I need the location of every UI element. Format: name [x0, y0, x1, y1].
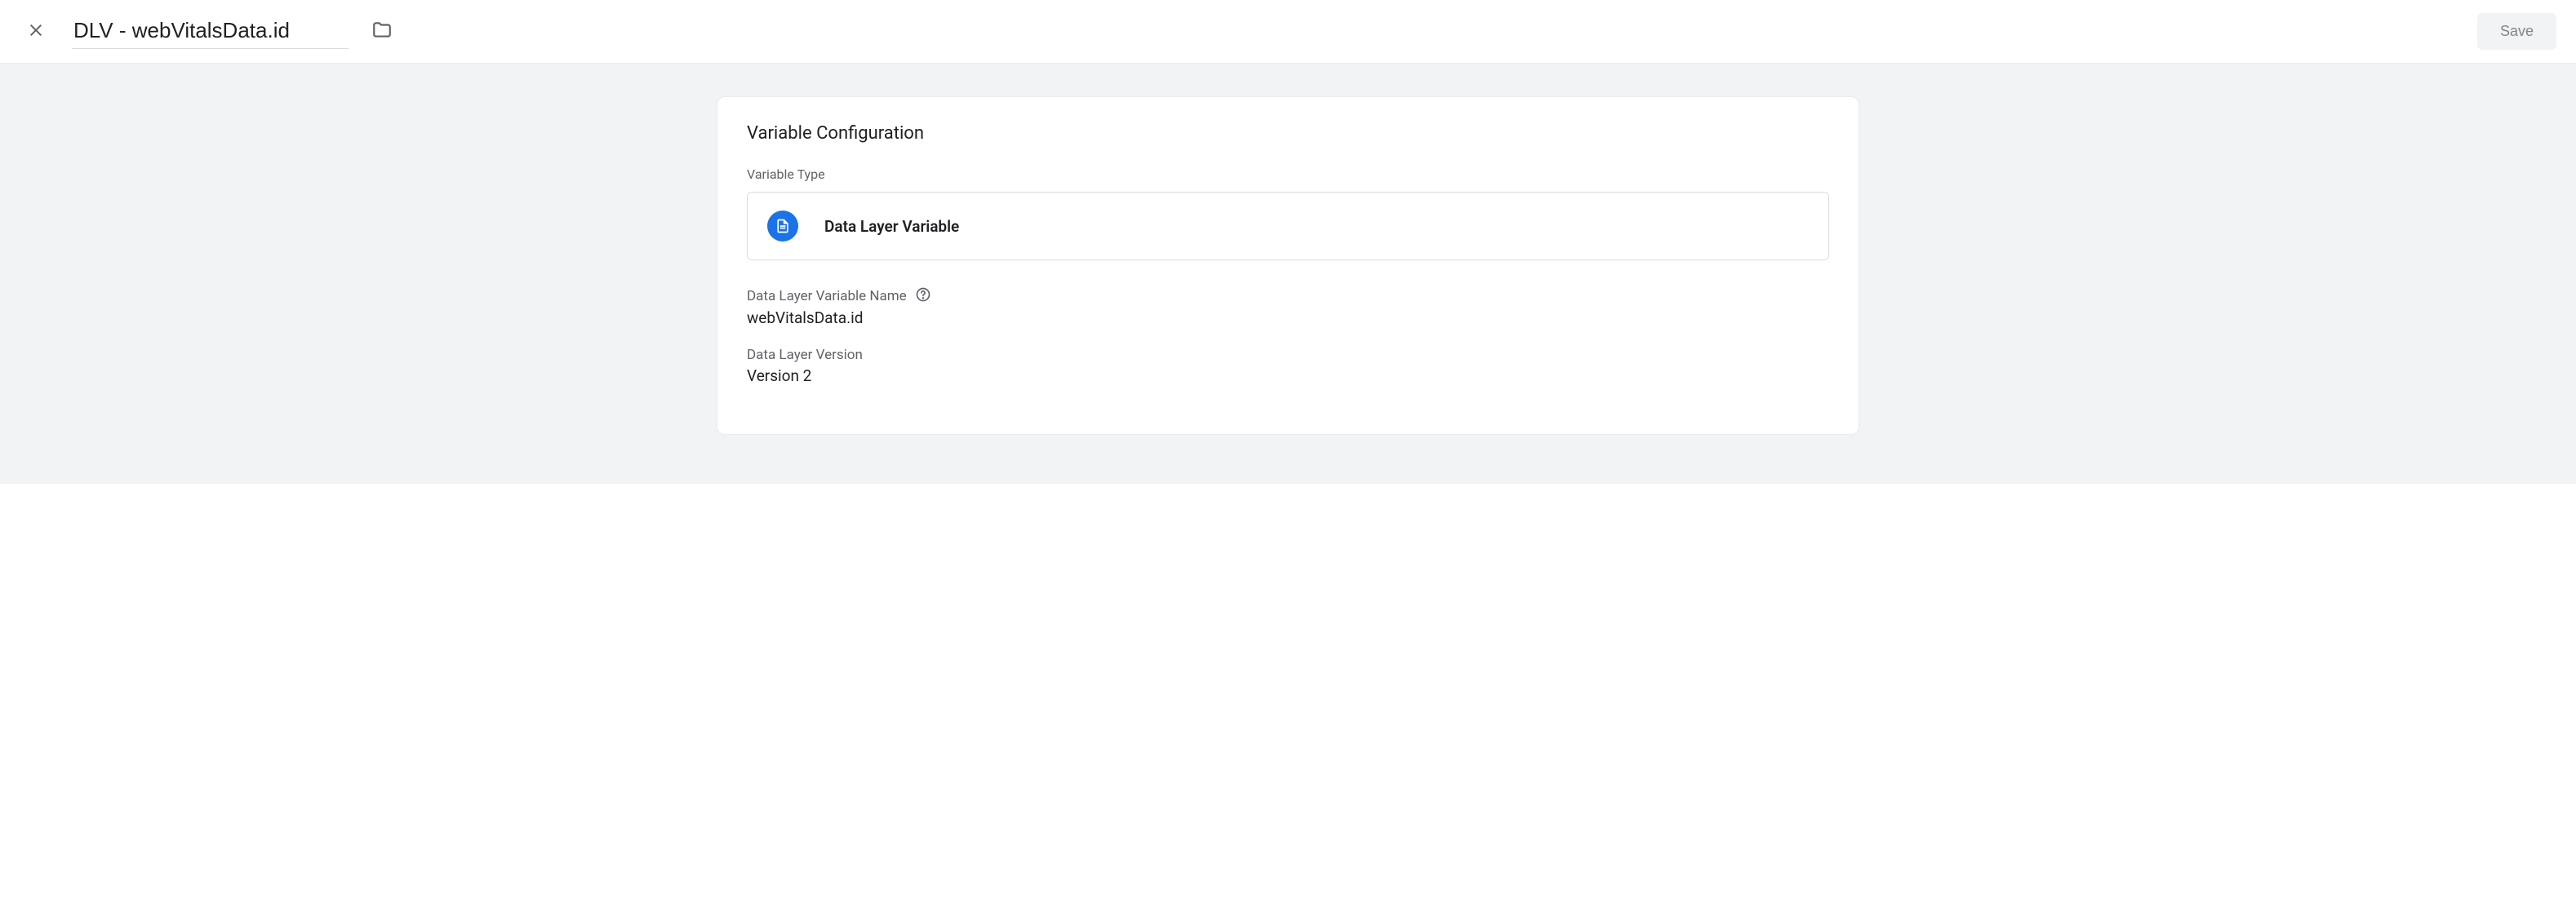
dlv-name-label: Data Layer Variable Name — [747, 288, 907, 304]
dlv-version-label: Data Layer Version — [747, 347, 863, 363]
variable-type-label: Variable Type — [747, 166, 1829, 182]
dlv-name-help-button[interactable] — [915, 286, 931, 305]
data-layer-variable-icon — [767, 211, 798, 242]
close-icon — [26, 20, 46, 42]
variable-type-selector[interactable]: Data Layer Variable — [747, 192, 1829, 260]
dlv-name-field: Data Layer Variable Name webVitalsData.i… — [747, 286, 1829, 327]
configuration-card: Variable Configuration Variable Type Dat… — [717, 96, 1859, 435]
close-button[interactable] — [20, 14, 52, 49]
dlv-version-field: Data Layer Version Version 2 — [747, 347, 1829, 385]
editor-header: Save — [0, 0, 2576, 64]
help-icon — [915, 286, 931, 305]
card-title: Variable Configuration — [747, 123, 1829, 144]
dlv-version-value: Version 2 — [747, 366, 1829, 385]
variable-type-name: Data Layer Variable — [824, 217, 959, 236]
variable-name-input[interactable] — [72, 15, 349, 49]
folder-button[interactable] — [365, 13, 399, 50]
folder-icon — [371, 20, 393, 43]
content-area: Variable Configuration Variable Type Dat… — [0, 64, 2576, 484]
title-container — [72, 13, 2477, 50]
save-button[interactable]: Save — [2477, 13, 2556, 50]
dlv-name-value: webVitalsData.id — [747, 308, 1829, 327]
